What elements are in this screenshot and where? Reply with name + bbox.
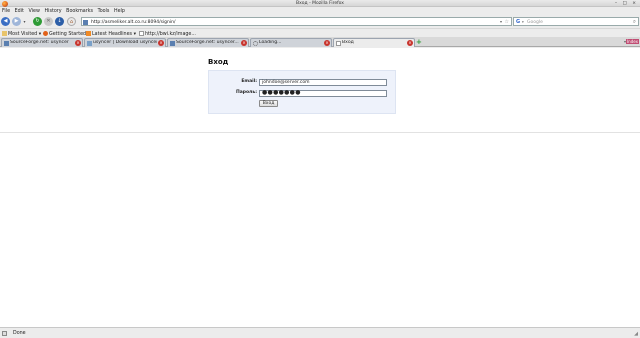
close-tab-icon[interactable]: × — [75, 40, 81, 46]
close-tab-icon[interactable]: × — [324, 40, 330, 46]
address-bar[interactable]: http://asmeliker.alt.co.ru:8094/signin/ … — [81, 17, 512, 26]
close-tab-icon[interactable]: × — [407, 40, 413, 46]
rss-feed-icon — [86, 30, 91, 36]
forward-arrow-icon[interactable]: ▶ — [12, 17, 21, 26]
tab-strip: SourceForge.net: usyncer × usyncer | Dow… — [0, 37, 640, 47]
menu-file[interactable]: File — [2, 9, 10, 14]
email-field[interactable]: johndoe@server.com — [259, 79, 387, 86]
divider — [0, 132, 640, 133]
menu-view[interactable]: View — [29, 9, 40, 14]
window-title: Вход - Mozilla Firefox — [296, 1, 344, 6]
status-text: Done — [13, 331, 26, 336]
password-field[interactable]: ●●●●●●● — [259, 90, 387, 97]
home-icon[interactable]: ⌂ — [67, 17, 76, 26]
new-tab-plus-icon[interactable]: + — [416, 38, 422, 46]
page-icon — [139, 30, 144, 36]
password-label: Пароль: — [235, 90, 257, 95]
tab-label: Loading... — [259, 40, 282, 46]
resize-grip-icon[interactable]: ◢ — [634, 331, 638, 337]
address-url[interactable]: http://asmeliker.alt.co.ru:8094/signin/ — [91, 20, 176, 25]
page-favicon-icon — [335, 40, 341, 46]
menu-history[interactable]: History — [45, 9, 62, 14]
bookmark-label: Latest Headlines ▾ — [92, 31, 136, 37]
tab-loading[interactable]: Loading... × — [250, 38, 332, 47]
close-tab-icon[interactable]: × — [158, 40, 164, 46]
google-logo-icon: G — [516, 19, 521, 25]
tab-login-active[interactable]: Вход × — [333, 38, 415, 47]
page-content: Вход Email: johndoe@server.com Пароль: ●… — [0, 48, 640, 327]
reload-icon[interactable]: ↻ — [33, 17, 42, 26]
back-arrow-icon[interactable]: ◀ — [1, 17, 10, 26]
search-magnifier-icon[interactable]: ⌕ — [633, 19, 636, 26]
login-submit-button[interactable]: Вход — [259, 100, 278, 107]
bookmark-label: http://bwi.kz/image... — [145, 31, 196, 37]
bookmark-star-icon[interactable]: ☆ — [505, 19, 509, 25]
bookmark-bwi-image[interactable]: http://bwi.kz/image... — [139, 30, 196, 37]
search-placeholder[interactable]: Google — [527, 20, 543, 25]
bookmark-getting-started[interactable]: Getting Started — [43, 30, 87, 37]
search-engine-dropdown-icon[interactable]: ▾ — [522, 20, 524, 24]
tab-usyncer-download[interactable]: usyncer | Download usyncer... × — [84, 38, 166, 47]
menu-edit[interactable]: Edit — [15, 9, 24, 14]
sourceforge-favicon-icon — [169, 40, 175, 46]
bookmark-latest-headlines[interactable]: Latest Headlines ▾ — [86, 30, 136, 37]
page-title: Вход — [208, 58, 229, 66]
tab-sourceforge-usyncer-2[interactable]: SourceForge.net: usyncer... × — [167, 38, 249, 47]
sourceforge-favicon-icon — [3, 40, 9, 46]
bookmark-label: Most Visited ▾ — [8, 31, 42, 37]
menu-bookmarks[interactable]: Bookmarks — [66, 9, 93, 14]
tab-label: Вход — [342, 40, 354, 46]
title-bar: Вход - Mozilla Firefox – □ × — [0, 0, 640, 7]
status-bar: Done ◢ — [0, 327, 640, 338]
url-dropdown-icon[interactable]: ▾ — [500, 19, 502, 24]
stop-icon[interactable]: ✕ — [44, 17, 53, 26]
navigation-toolbar: ◀ ▶ ▾ ↻ ✕ ↓ ⌂ http://asmeliker.alt.co.ru… — [0, 15, 640, 28]
bookmark-most-visited[interactable]: Most Visited ▾ — [2, 30, 42, 37]
menu-help[interactable]: Help — [114, 9, 125, 14]
bookmarks-folder-icon — [2, 30, 7, 36]
firefox-logo-icon — [43, 30, 48, 36]
tab-sourceforge-usyncer[interactable]: SourceForge.net: usyncer × — [1, 38, 83, 47]
status-page-icon — [2, 330, 7, 336]
tab-label: usyncer | Download usyncer... — [93, 40, 157, 46]
tab-label: SourceForge.net: usyncer... — [176, 40, 239, 46]
search-box[interactable]: G ▾ Google ⌕ — [513, 17, 639, 26]
menu-bar: File Edit View History Bookmarks Tools H… — [0, 7, 640, 15]
history-dropdown-icon[interactable]: ▾ — [22, 17, 27, 26]
site-favicon-icon — [83, 19, 88, 25]
download-icon[interactable]: ↓ — [55, 17, 64, 26]
loading-spinner-icon — [252, 40, 258, 46]
tab-index-badge: Index — [625, 39, 639, 44]
bookmarks-toolbar: Most Visited ▾ Getting Started Latest He… — [0, 28, 640, 37]
window-controls[interactable]: – □ × — [615, 1, 638, 6]
bookmark-label: Getting Started — [49, 31, 87, 37]
page-favicon-icon — [86, 40, 92, 46]
close-tab-icon[interactable]: × — [241, 40, 247, 46]
login-form: Email: johndoe@server.com Пароль: ●●●●●●… — [208, 70, 396, 114]
menu-tools[interactable]: Tools — [98, 9, 110, 14]
tab-label: SourceForge.net: usyncer — [10, 40, 69, 46]
email-label: Email: — [241, 79, 257, 84]
